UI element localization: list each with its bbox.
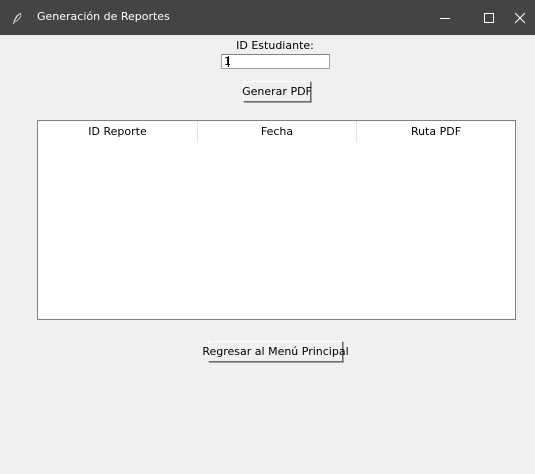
back-to-main-menu-button[interactable]: Regresar al Menú Principal [202,341,349,362]
window-title: Generación de Reportes [37,10,170,23]
reports-table[interactable]: ID Reporte Fecha Ruta PDF [37,120,516,320]
title-bar[interactable]: Generación de Reportes [0,0,535,35]
minimize-icon[interactable] [423,0,467,35]
table-header: ID Reporte Fecha Ruta PDF [38,121,515,142]
student-id-input[interactable] [221,54,330,69]
column-header-pdf-path[interactable]: Ruta PDF [357,121,515,142]
column-header-report-id[interactable]: ID Reporte [38,121,198,142]
student-id-label: ID Estudiante: [236,39,314,52]
generate-pdf-button[interactable]: Generar PDF [242,81,312,102]
close-icon[interactable] [505,0,535,35]
app-window: Generación de Reportes ID Estudiante: Ge… [0,0,535,474]
column-header-date[interactable]: Fecha [198,121,357,142]
feather-icon [10,11,24,25]
text-caret [228,56,229,67]
